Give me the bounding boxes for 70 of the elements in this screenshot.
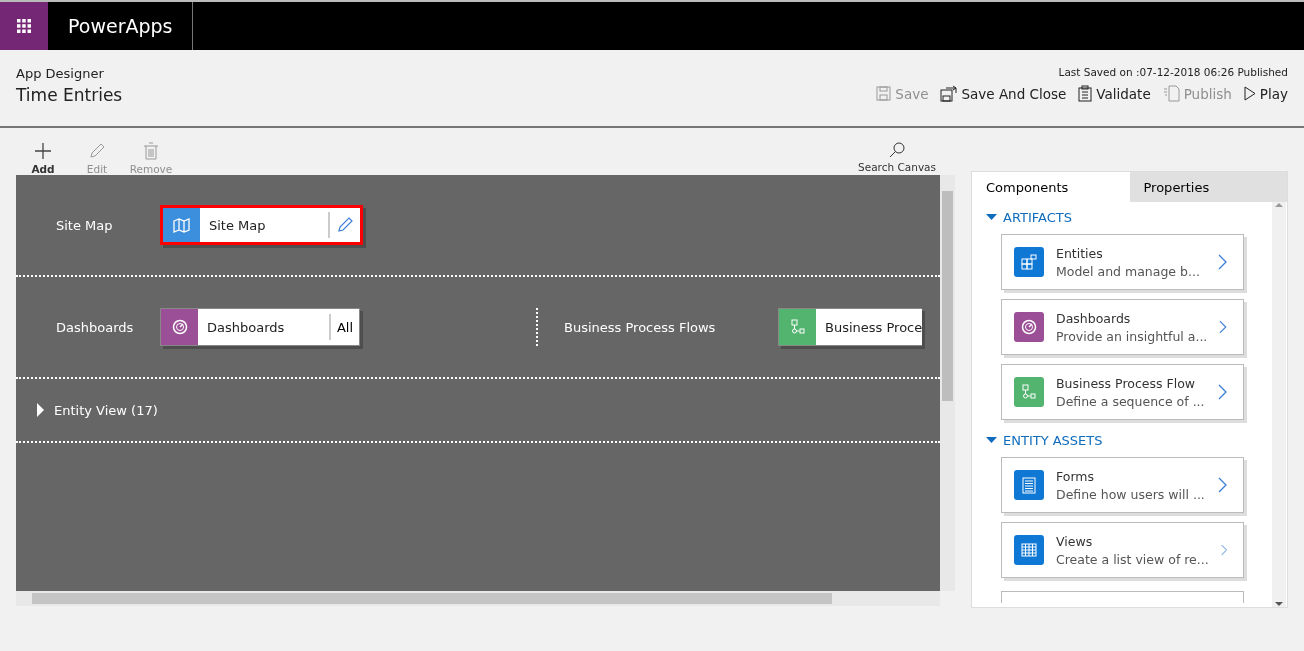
form-icon [1022, 476, 1036, 494]
clipboard-icon [1078, 85, 1093, 102]
pencil-icon [336, 216, 354, 234]
table-icon [1021, 543, 1037, 557]
card-title: Entities [1056, 245, 1104, 261]
caret-right-icon [36, 403, 44, 417]
save-icon [876, 86, 892, 101]
component-card[interactable]: Dashboards Provide an insightful a... [1001, 299, 1244, 355]
card-description: Provide an insightful a... [1056, 328, 1208, 344]
panel-scrollbar[interactable] [1272, 202, 1286, 607]
component-card[interactable]: Entities Model and manage b... [1001, 234, 1244, 290]
tile-label: Site Map [208, 217, 267, 233]
component-card[interactable]: Views Create a list view of re... [1001, 522, 1244, 578]
gauge-icon [1021, 319, 1037, 335]
trash-icon [143, 142, 159, 160]
card-description: Model and manage b... [1056, 263, 1201, 279]
row-label: Site Map [55, 217, 114, 233]
chevron-right-icon [1218, 254, 1227, 270]
group-header[interactable]: ENTITY ASSETS [986, 433, 1272, 448]
component-tile[interactable]: Dashboards All [160, 308, 360, 346]
page-subtitle: App Designer [16, 66, 105, 81]
card-title: Forms [1056, 468, 1095, 484]
document-icon [1162, 85, 1180, 102]
toolbar-button[interactable]: Add [16, 142, 70, 175]
card-title: Business Process Flow [1056, 375, 1197, 391]
card-description: Create a list view of re... [1056, 551, 1209, 567]
component-tile[interactable]: Site Map [160, 205, 363, 245]
group-header[interactable]: ARTIFACTS [986, 210, 1272, 225]
page-title: Time Entries [16, 85, 123, 105]
last-saved-text: Last Saved on :07-12-2018 06:26 Published [1058, 66, 1288, 78]
flow-icon [1021, 384, 1037, 400]
horizontal-scrollbar[interactable] [16, 591, 940, 606]
grid-icon [1021, 254, 1037, 270]
card-description: Define a sequence of ... [1056, 393, 1206, 409]
pencil-icon [88, 142, 106, 160]
card-title: Dashboards [1056, 310, 1132, 326]
chevron-right-icon [1218, 384, 1227, 400]
component-card[interactable] [1001, 591, 1244, 603]
gauge-icon [171, 319, 188, 335]
chevron-right-icon [1218, 477, 1227, 493]
vertical-scrollbar[interactable] [940, 175, 955, 591]
caret-down-icon [986, 214, 997, 221]
card-description: Define how users will ... [1056, 486, 1206, 502]
map-icon [173, 217, 190, 233]
row-label: Dashboards [55, 319, 135, 335]
play-icon [1243, 86, 1256, 101]
waffle-icon [17, 19, 31, 33]
row-label: Business Process Flows [564, 319, 717, 335]
app-title: PowerApps [48, 2, 194, 50]
save-close-icon [940, 85, 958, 102]
chevron-right-icon [1220, 542, 1227, 558]
search-canvas-button[interactable]: Search Canvas [858, 142, 936, 175]
plus-icon [34, 142, 52, 160]
panel-tab[interactable]: Components [972, 172, 1130, 202]
search-icon [889, 142, 905, 158]
card-title: Views [1056, 533, 1094, 549]
tile-label: Business Proce [824, 319, 923, 335]
command-button[interactable]: Play [1243, 85, 1288, 102]
tile-label: Dashboards [206, 319, 286, 335]
component-card[interactable]: Business Process Flow Define a sequence of ... [1001, 364, 1244, 420]
component-tile[interactable]: Business Proce [778, 308, 923, 346]
all-button[interactable]: All [328, 314, 359, 340]
scroll-down-icon [1275, 601, 1283, 607]
chevron-right-icon [1219, 319, 1227, 335]
app-launcher-button[interactable] [0, 2, 48, 50]
command-button[interactable]: Validate [1078, 85, 1151, 102]
flow-icon [789, 319, 806, 335]
component-card[interactable]: Forms Define how users will ... [1001, 457, 1244, 513]
caret-down-icon [986, 437, 997, 444]
command-button[interactable]: Save And Close [940, 85, 1067, 102]
